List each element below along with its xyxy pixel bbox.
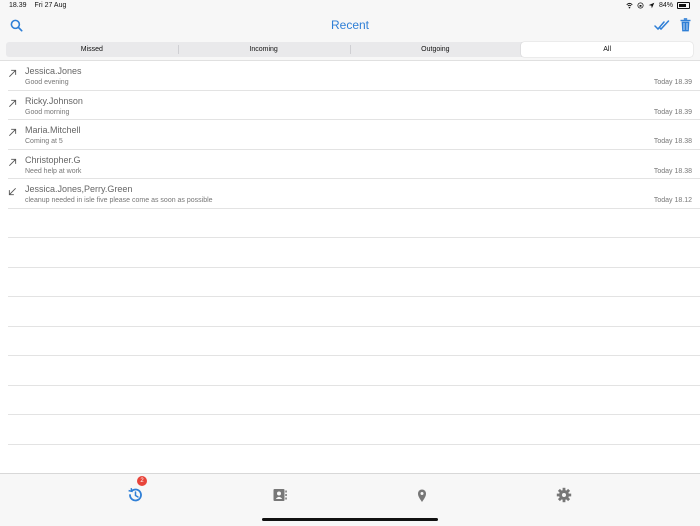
call-message: Good morning xyxy=(25,108,70,116)
caller-name: Ricky.Johnson xyxy=(25,95,83,106)
settings-gear-icon[interactable] xyxy=(556,487,572,503)
empty-row xyxy=(8,386,700,415)
empty-row xyxy=(8,297,700,327)
filter-segment-bar: Missed Incoming Outgoing All xyxy=(0,42,700,60)
call-time: Today 18.39 xyxy=(653,79,692,86)
incoming-arrow-icon xyxy=(8,188,16,196)
call-message: Need help at work xyxy=(25,167,82,175)
call-message: Coming at 5 xyxy=(25,138,63,145)
call-message: cleanup needed in isle five please come … xyxy=(25,197,213,204)
recents-badge: 2 xyxy=(137,476,147,486)
call-time: Today 18.38 xyxy=(653,138,692,145)
segment-incoming[interactable]: Incoming xyxy=(177,42,350,57)
status-time: 18.39 xyxy=(9,2,27,9)
empty-row xyxy=(8,268,700,297)
status-bar: 18.39 Fri 27 Aug 84% xyxy=(0,0,700,12)
outgoing-arrow-icon xyxy=(9,99,17,107)
battery-icon xyxy=(677,2,690,9)
empty-row xyxy=(8,415,700,445)
battery-percent: 84% xyxy=(658,2,673,9)
outgoing-arrow-icon xyxy=(9,128,17,136)
status-date: Fri 27 Aug xyxy=(34,2,67,9)
home-indicator xyxy=(262,518,438,521)
wifi-icon xyxy=(626,2,633,9)
empty-row xyxy=(8,238,700,268)
orientation-lock-icon xyxy=(637,2,644,9)
filter-segmented-control: Missed Incoming Outgoing All xyxy=(6,42,693,57)
trash-icon[interactable] xyxy=(680,18,691,32)
call-row[interactable]: Maria.Mitchell Coming at 5 Today 18.38 xyxy=(8,120,700,150)
call-time: Today 18.12 xyxy=(653,197,692,204)
outgoing-arrow-icon xyxy=(9,69,17,77)
navigation-bar: Recent xyxy=(0,12,700,42)
caller-name: Jessica.Jones,Perry.Green xyxy=(25,184,133,194)
empty-row xyxy=(8,209,700,238)
segment-all[interactable]: All xyxy=(521,42,693,57)
caller-name: Christopher.G xyxy=(25,154,81,165)
caller-name: Maria.Mitchell xyxy=(25,125,81,135)
mark-all-read-icon[interactable] xyxy=(654,19,670,32)
call-row[interactable]: Christopher.G Need help at work Today 18… xyxy=(8,150,700,179)
call-time: Today 18.39 xyxy=(653,108,692,116)
outgoing-arrow-icon xyxy=(9,158,17,166)
page-title: Recent xyxy=(330,18,370,32)
call-message: Good evening xyxy=(25,79,69,86)
empty-row xyxy=(8,356,700,386)
segment-outgoing[interactable]: Outgoing xyxy=(349,42,522,57)
empty-row xyxy=(8,327,700,356)
location-pin-icon[interactable] xyxy=(414,487,430,503)
call-row[interactable]: Jessica.Jones,Perry.Green cleanup needed… xyxy=(8,179,700,209)
recents-icon[interactable] xyxy=(127,487,143,503)
empty-row xyxy=(8,445,700,474)
contacts-icon[interactable] xyxy=(272,487,288,503)
call-row[interactable]: Ricky.Johnson Good morning Today 18.39 xyxy=(8,91,700,120)
tab-bar: 2 xyxy=(0,473,700,526)
call-row[interactable]: Jessica.Jones Good evening Today 18.39 xyxy=(8,61,700,91)
caller-name: Jessica.Jones xyxy=(25,66,82,76)
location-arrow-icon xyxy=(648,2,655,9)
recent-calls-list: Jessica.Jones Good evening Today 18.39 R… xyxy=(0,61,700,474)
call-time: Today 18.38 xyxy=(653,167,692,175)
segment-missed[interactable]: Missed xyxy=(6,42,178,57)
